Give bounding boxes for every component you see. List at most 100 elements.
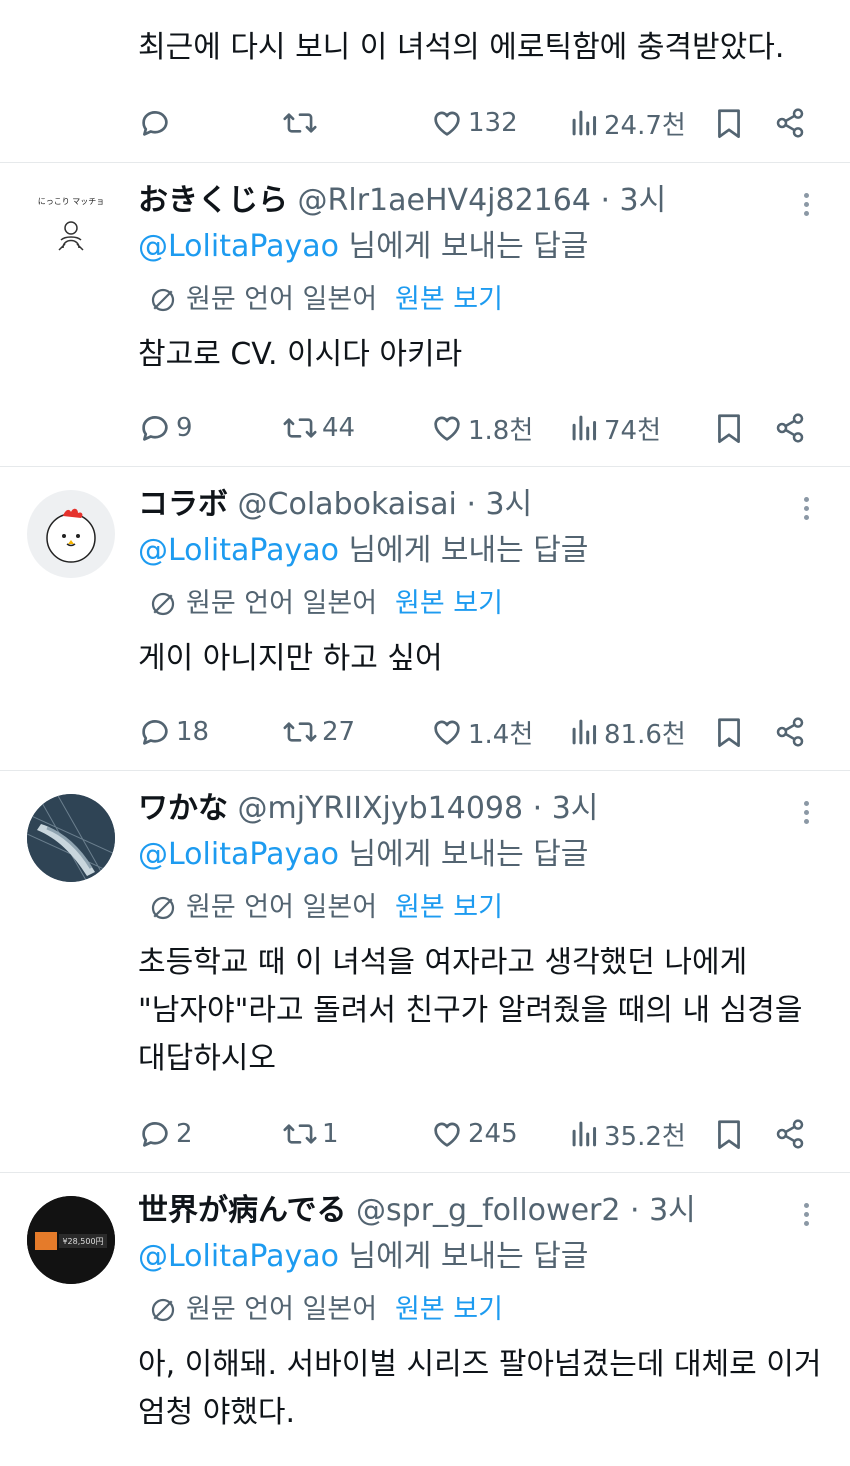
avatar[interactable]: にっこり マッチョ — [27, 182, 115, 270]
retweet-button[interactable]: 27 — [282, 712, 355, 752]
reply-count: 18 — [176, 717, 210, 747]
reply-button[interactable]: 2 — [138, 1114, 193, 1154]
reply-context-text: 님에게 보내는 답글 — [348, 533, 589, 568]
show-original-link[interactable]: 원본 보기 — [395, 282, 503, 318]
avatar-photo: ¥28,500円 — [27, 1196, 115, 1284]
retweet-icon — [283, 1124, 317, 1144]
more-options-icon[interactable] — [794, 493, 818, 525]
tweet[interactable]: にっこり マッチョ おきくじら @Rlr1aeHV4j82164 · 3시 @L… — [0, 163, 850, 466]
reply-button[interactable] — [138, 103, 176, 143]
views-icon — [572, 110, 597, 136]
views-count: 81.6천 — [604, 719, 686, 750]
views-icon — [572, 1121, 597, 1147]
like-count: 245 — [468, 1119, 518, 1149]
avatar[interactable] — [27, 794, 115, 882]
user-handle[interactable]: @spr_g_follower2 — [356, 1193, 620, 1228]
translation-label: 원문 언어 일본어 — [186, 284, 378, 315]
reply-context-text: 님에게 보내는 답글 — [348, 229, 589, 264]
tweet-time[interactable]: · 3시 — [600, 183, 666, 218]
bookmark-icon — [718, 718, 740, 747]
share-icon — [776, 717, 804, 747]
views-count: 74천 — [604, 415, 662, 446]
mention-link[interactable]: @LolitaPayao — [138, 229, 339, 264]
tweet-header: ワかな @mjYRIIXjyb14098 · 3시 — [138, 789, 598, 829]
retweet-count: 27 — [322, 717, 356, 747]
tweet[interactable]: ¥28,500円 世界が病んでる @spr_g_follower2 · 3시 @… — [0, 1173, 850, 1466]
display-name[interactable]: 世界が病んでる — [138, 1193, 347, 1228]
like-count: 1.8천 — [468, 415, 534, 446]
retweet-button[interactable]: 1 — [282, 1114, 339, 1154]
action-bar: 18 27 1.4천 81.6천 — [0, 712, 850, 752]
avatar-illustration — [46, 508, 96, 563]
reply-button[interactable]: 18 — [138, 712, 209, 752]
tweet-time[interactable]: · 3시 — [533, 791, 599, 826]
retweet-button[interactable]: 44 — [282, 408, 355, 448]
tweet[interactable]: ワかな @mjYRIIXjyb14098 · 3시 @LolitaPayao 님… — [0, 771, 850, 1172]
mention-link[interactable]: @LolitaPayao — [138, 837, 339, 872]
share-button[interactable] — [774, 1114, 806, 1154]
views-button[interactable]: 24.7천 — [570, 103, 686, 143]
tweet-text-line: 엄청 야했다. — [138, 1395, 296, 1430]
tweet-text-line: 참고로 CV. 이시다 아키라 — [138, 337, 463, 372]
share-button[interactable] — [774, 408, 806, 448]
tweet[interactable]: コラボ @Colabokaisai · 3시 @LolitaPayao 님에게 … — [0, 467, 850, 770]
bookmark-button[interactable] — [714, 103, 744, 143]
tweet-header: おきくじら @Rlr1aeHV4j82164 · 3시 — [138, 181, 666, 221]
heart-icon — [434, 1122, 460, 1147]
more-options-icon[interactable] — [794, 189, 818, 221]
avatar[interactable]: ¥28,500円 — [27, 1196, 115, 1284]
display-name[interactable]: コラボ — [138, 487, 228, 522]
bookmark-icon — [718, 414, 740, 443]
reply-button[interactable]: 9 — [138, 408, 193, 448]
translate-off-icon — [151, 896, 175, 920]
translate-off-icon — [151, 592, 175, 616]
tweet-top[interactable]: 최근에 다시 보니 이 녀석의 에로틱함에 충격받았다. 132 24.7천 — [0, 0, 850, 162]
views-button[interactable]: 35.2천 — [570, 1114, 686, 1154]
display-name[interactable]: ワかな — [138, 791, 228, 826]
retweet-button[interactable] — [282, 103, 322, 143]
bookmark-button[interactable] — [714, 1114, 744, 1154]
translation-notice: 원문 언어 일본어 원본 보기 — [148, 890, 503, 926]
more-options-icon[interactable] — [794, 797, 818, 829]
show-original-link[interactable]: 원본 보기 — [395, 1292, 503, 1328]
translation-label: 원문 언어 일본어 — [186, 1294, 378, 1325]
share-button[interactable] — [774, 103, 806, 143]
bookmark-button[interactable] — [714, 712, 744, 752]
show-original-link[interactable]: 원본 보기 — [395, 586, 503, 622]
like-button[interactable]: 1.4천 — [430, 712, 533, 752]
retweet-icon — [283, 722, 317, 742]
share-icon — [776, 1119, 804, 1149]
retweet-icon — [283, 418, 317, 438]
views-button[interactable]: 81.6천 — [570, 712, 686, 752]
views-button[interactable]: 74천 — [570, 408, 661, 448]
tweet-time[interactable]: · 3시 — [630, 1193, 696, 1228]
reply-icon — [142, 416, 168, 441]
tweet-text: 아, 이해돼. 서바이벌 시리즈 팔아넘겼는데 대체로 이거 엄청 야했다. — [138, 1341, 828, 1437]
translate-off-icon — [151, 1298, 175, 1322]
tweet-text: 참고로 CV. 이시다 아키라 — [138, 331, 828, 379]
display-name[interactable]: おきくじら — [138, 183, 288, 218]
tweet-text: 최근에 다시 보니 이 녀석의 에로틱함에 충격받았다. — [138, 24, 828, 72]
user-handle[interactable]: @Rlr1aeHV4j82164 — [298, 183, 591, 218]
svg-text:にっこり マッチョ: にっこり マッチョ — [38, 197, 105, 206]
like-button[interactable]: 1.8천 — [430, 408, 533, 448]
bookmark-button[interactable] — [714, 408, 744, 448]
reply-icon — [142, 1122, 168, 1147]
show-original-link[interactable]: 원본 보기 — [395, 890, 503, 926]
tweet-text-line: 대답하시오 — [138, 1041, 276, 1076]
avatar[interactable] — [27, 490, 115, 578]
like-button[interactable]: 132 — [430, 103, 518, 143]
mention-link[interactable]: @LolitaPayao — [138, 533, 339, 568]
heart-icon — [434, 720, 460, 745]
action-bar: 2 1 245 35.2천 — [0, 1114, 850, 1154]
tweet-text-line: "남자야"라고 돌려서 친구가 알려줬을 때의 내 심경을 — [138, 993, 803, 1028]
svg-text:¥28,500円: ¥28,500円 — [62, 1237, 103, 1246]
like-button[interactable]: 245 — [430, 1114, 518, 1154]
more-options-icon[interactable] — [794, 1199, 818, 1231]
share-button[interactable] — [774, 712, 806, 752]
mention-link[interactable]: @LolitaPayao — [138, 1239, 339, 1274]
user-handle[interactable]: @Colabokaisai — [238, 487, 457, 522]
user-handle[interactable]: @mjYRIIXjyb14098 — [238, 791, 524, 826]
tweet-time[interactable]: · 3시 — [466, 487, 532, 522]
tweet-text-line: 초등학교 때 이 녀석을 여자라고 생각했던 나에게 — [138, 945, 748, 980]
